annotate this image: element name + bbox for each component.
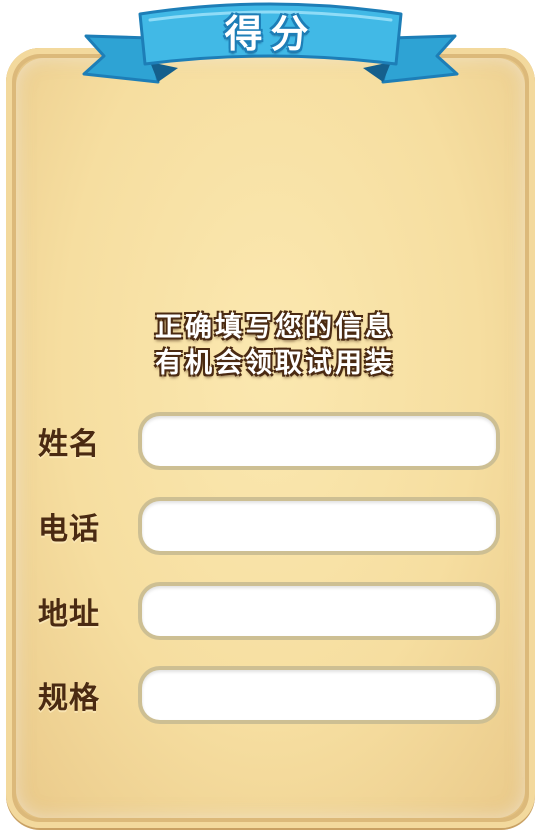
form-row-name: 姓名: [38, 412, 500, 470]
address-input[interactable]: [142, 586, 496, 636]
spec-label: 规格: [38, 681, 100, 716]
instruction-line-1: 正确填写您的信息: [155, 312, 395, 343]
page-title: 得分: [224, 11, 317, 56]
form-row-phone: 电话: [38, 497, 500, 555]
address-field-frame: [138, 582, 500, 640]
form-row-spec: 规格: [38, 666, 500, 724]
spec-field-frame: [138, 666, 500, 724]
instruction-line-2: 有机会领取试用装: [155, 348, 395, 379]
phone-label: 电话: [38, 512, 100, 547]
phone-field-frame: [138, 497, 500, 555]
address-label: 地址: [38, 597, 100, 632]
instruction-text: 正确填写您的信息 有机会领取试用装: [100, 310, 450, 382]
phone-input[interactable]: [142, 501, 496, 551]
name-field-frame: [138, 412, 500, 470]
name-input[interactable]: [142, 416, 496, 466]
name-label: 姓名: [38, 427, 100, 462]
spec-input[interactable]: [142, 670, 496, 720]
form-row-address: 地址: [38, 582, 500, 640]
